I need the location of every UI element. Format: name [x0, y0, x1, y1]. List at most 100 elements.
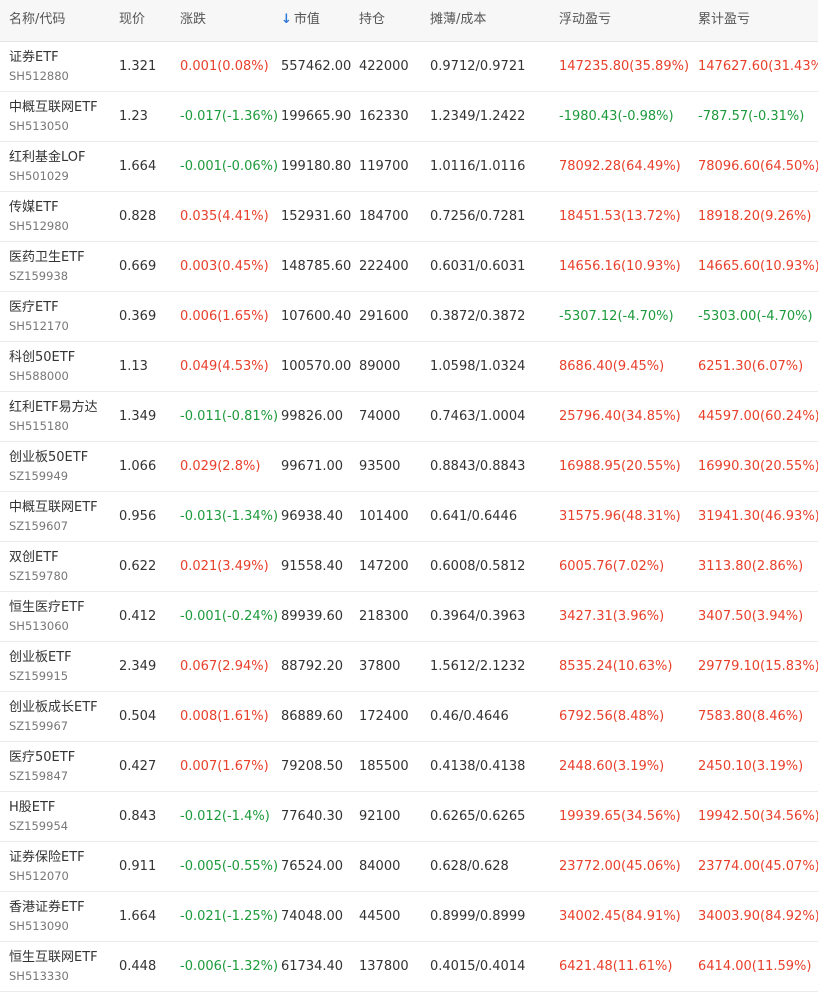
float-pl-cell: 6005.76(7.02%): [559, 559, 665, 574]
table-row[interactable]: 中概互联网ETF SH513050 1.23 -0.017(-1.36%) 199665…: [0, 92, 818, 142]
header-price[interactable]: 现价: [119, 0, 145, 40]
name-code-cell: 证券保险ETF SH512070: [9, 849, 85, 884]
table-row[interactable]: 香港证券ETF SH513090 1.664 -0.021(-1.25%) 74048.…: [0, 892, 818, 942]
float-pl-cell: 8686.40(9.45%): [559, 359, 665, 374]
fund-name[interactable]: 证券保险ETF: [9, 849, 85, 866]
header-holding[interactable]: 持仓: [359, 0, 385, 40]
total-pl-cell: 3407.50(3.94%): [698, 609, 804, 624]
name-code-cell: 医疗ETF SH512170: [9, 299, 69, 334]
total-pl-cell: -5303.00(-4.70%): [698, 309, 813, 324]
table-row[interactable]: 红利ETF易方达 SH515180 1.349 -0.011(-0.81%) 99826…: [0, 392, 818, 442]
table-row[interactable]: 创业板50ETF SZ159949 1.066 0.029(2.8%) 99671.00…: [0, 442, 818, 492]
fund-name[interactable]: 香港证券ETF: [9, 899, 85, 916]
table-row[interactable]: 创业板ETF SZ159915 2.349 0.067(2.94%) 88792.20 3…: [0, 642, 818, 692]
change-cell: -0.011(-0.81%): [180, 409, 279, 424]
table-row[interactable]: 证券ETF SH512880 1.321 0.001(0.08%) 557462.00 4…: [0, 42, 818, 92]
fund-name[interactable]: 创业板成长ETF: [9, 699, 98, 716]
price-cell: 0.412: [119, 609, 157, 624]
change-cell: -0.017(-1.36%): [180, 109, 279, 124]
total-pl-cell: 19942.50(34.56%): [698, 809, 818, 824]
change-cell: 0.035(4.41%): [180, 209, 269, 224]
price-cell: 0.369: [119, 309, 157, 324]
total-pl-cell: 23774.00(45.07%): [698, 859, 818, 874]
float-pl-cell: 6792.56(8.48%): [559, 709, 665, 724]
holding-cell: 222400: [359, 259, 409, 274]
holding-cell: 89000: [359, 359, 401, 374]
table-row[interactable]: 红利基金LOF SH501029 1.664 -0.001(-0.06%) 199180…: [0, 142, 818, 192]
name-code-cell: 创业板成长ETF SZ159967: [9, 699, 98, 734]
name-code-cell: 红利基金LOF SH501029: [9, 149, 86, 184]
fund-name[interactable]: 科创50ETF: [9, 349, 75, 366]
fund-code: SH501029: [9, 169, 69, 183]
total-pl-cell: 31941.30(46.93%): [698, 509, 818, 524]
change-cell: -0.013(-1.34%): [180, 509, 279, 524]
market-value-cell: 79208.50: [281, 759, 344, 774]
total-pl-cell: 147627.60(31.43%): [698, 59, 818, 74]
fund-name[interactable]: 创业板ETF: [9, 649, 72, 666]
float-pl-cell: 147235.80(35.89%): [559, 59, 690, 74]
header-change[interactable]: 涨跌: [180, 0, 206, 40]
total-pl-cell: 18918.20(9.26%): [698, 209, 812, 224]
fund-code: SZ159915: [9, 669, 69, 683]
header-market-value[interactable]: ↓ 市值: [281, 0, 320, 40]
fund-name[interactable]: 红利基金LOF: [9, 149, 86, 166]
fund-code: SH512170: [9, 319, 69, 333]
table-row[interactable]: 医疗ETF SH512170 0.369 0.006(1.65%) 107600.40 2…: [0, 292, 818, 342]
fund-name[interactable]: 创业板50ETF: [9, 449, 88, 466]
fund-name[interactable]: 中概互联网ETF: [9, 499, 98, 516]
table-row[interactable]: 创业板成长ETF SZ159967 0.504 0.008(1.61%) 86889.6…: [0, 692, 818, 742]
fund-code: SH513090: [9, 919, 69, 933]
holding-cell: 74000: [359, 409, 401, 424]
fund-name[interactable]: 医药卫生ETF: [9, 249, 85, 266]
table-row[interactable]: 医疗50ETF SZ159847 0.427 0.007(1.67%) 79208.50…: [0, 742, 818, 792]
table-row[interactable]: 证券保险ETF SH512070 0.911 -0.005(-0.55%) 76524.…: [0, 842, 818, 892]
fund-name[interactable]: 红利ETF易方达: [9, 399, 98, 416]
fund-name[interactable]: 医疗50ETF: [9, 749, 75, 766]
table-row[interactable]: 传媒ETF SH512980 0.828 0.035(4.41%) 152931.60 1…: [0, 192, 818, 242]
fund-name[interactable]: 中概互联网ETF: [9, 99, 98, 116]
float-pl-cell: 14656.16(10.93%): [559, 259, 681, 274]
market-value-cell: 89939.60: [281, 609, 344, 624]
table-row[interactable]: 医药卫生ETF SZ159938 0.669 0.003(0.45%) 148785.6…: [0, 242, 818, 292]
table-row[interactable]: 恒生医疗ETF SH513060 0.412 -0.001(-0.24%) 89939.…: [0, 592, 818, 642]
float-pl-cell: 16988.95(20.55%): [559, 459, 681, 474]
table-row[interactable]: 科创50ETF SH588000 1.13 0.049(4.53%) 100570.00…: [0, 342, 818, 392]
fund-name[interactable]: 证券ETF: [9, 49, 69, 66]
table-header: 名称/代码 现价 涨跌 ↓ 市值 持仓 摊薄/成本 浮动盈亏 累计盈亏: [0, 0, 818, 42]
float-pl-cell: 78092.28(64.49%): [559, 159, 681, 174]
fund-name[interactable]: 传媒ETF: [9, 199, 69, 216]
total-pl-cell: -787.57(-0.31%): [698, 109, 805, 124]
price-cell: 1.23: [119, 109, 148, 124]
table-row[interactable]: 恒生互联网ETF SH513330 0.448 -0.006(-1.32%) 61734…: [0, 942, 818, 992]
fund-name[interactable]: 恒生互联网ETF: [9, 949, 98, 966]
table-row[interactable]: H股ETF SZ159954 0.843 -0.012(-1.4%) 77640.30 9…: [0, 792, 818, 842]
header-cost[interactable]: 摊薄/成本: [430, 0, 486, 40]
fund-name[interactable]: 双创ETF: [9, 549, 68, 566]
header-total-pl[interactable]: 累计盈亏: [698, 0, 750, 40]
holding-cell: 119700: [359, 159, 409, 174]
name-code-cell: 创业板50ETF SZ159949: [9, 449, 88, 484]
table-row[interactable]: 中概互联网ETF SZ159607 0.956 -0.013(-1.34%) 96938…: [0, 492, 818, 542]
holding-cell: 291600: [359, 309, 409, 324]
header-float-pl[interactable]: 浮动盈亏: [559, 0, 611, 40]
name-code-cell: 双创ETF SZ159780: [9, 549, 68, 584]
float-pl-cell: 31575.96(48.31%): [559, 509, 681, 524]
price-cell: 1.349: [119, 409, 157, 424]
change-cell: 0.003(0.45%): [180, 259, 269, 274]
fund-name[interactable]: 医疗ETF: [9, 299, 69, 316]
fund-name[interactable]: H股ETF: [9, 799, 68, 816]
table-row[interactable]: 双创ETF SZ159780 0.622 0.021(3.49%) 91558.40 14…: [0, 542, 818, 592]
cost-cell: 1.5612/2.1232: [430, 659, 526, 674]
cost-cell: 0.4015/0.4014: [430, 959, 526, 974]
cost-cell: 0.8999/0.8999: [430, 909, 526, 924]
header-name-code[interactable]: 名称/代码: [9, 0, 65, 40]
holding-cell: 162330: [359, 109, 409, 124]
change-cell: -0.005(-0.55%): [180, 859, 279, 874]
cost-cell: 1.2349/1.2422: [430, 109, 526, 124]
float-pl-cell: -5307.12(-4.70%): [559, 309, 674, 324]
name-code-cell: H股ETF SZ159954: [9, 799, 68, 834]
market-value-cell: 99671.00: [281, 459, 344, 474]
change-cell: -0.001(-0.24%): [180, 609, 279, 624]
name-code-cell: 中概互联网ETF SZ159607: [9, 499, 98, 534]
fund-name[interactable]: 恒生医疗ETF: [9, 599, 85, 616]
